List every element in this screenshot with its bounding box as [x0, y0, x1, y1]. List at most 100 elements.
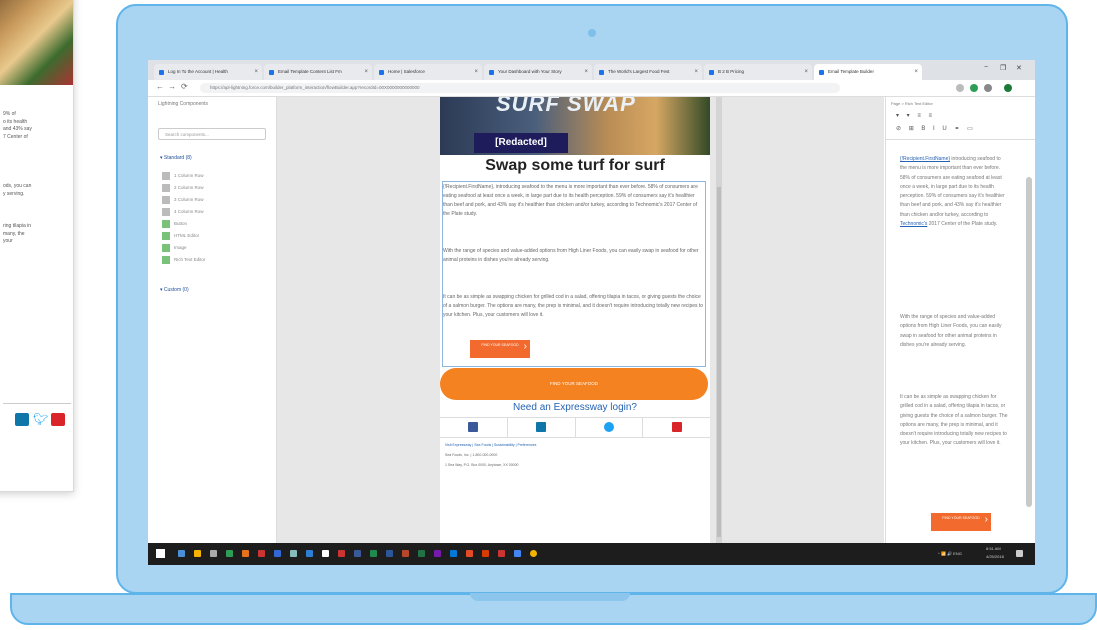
close-icon[interactable]: ×	[694, 64, 698, 80]
app-icon[interactable]	[434, 550, 441, 557]
twitter-icon[interactable]: 🐦︎	[33, 413, 48, 426]
notifications-icon[interactable]	[1016, 550, 1023, 557]
extension-icon[interactable]	[984, 84, 992, 92]
component-item[interactable]: 3 Column Row	[162, 196, 204, 204]
back-icon[interactable]: ←	[156, 82, 164, 91]
app-icon[interactable]	[498, 550, 505, 557]
browser-tab[interactable]: Home | Salesforce ×	[374, 64, 482, 80]
browser-tab[interactable]: Log In To the Account | Health ×	[154, 64, 262, 80]
panel-scrollbar[interactable]	[1026, 177, 1032, 507]
browser-tab-active[interactable]: Email Template Builder ×	[814, 64, 922, 80]
component-search-input[interactable]: Search components...	[158, 128, 266, 140]
minimize-button[interactable]: −	[984, 64, 988, 71]
find-seafood-button[interactable]: FIND YOUR SEAFOOD	[440, 368, 708, 400]
footer-links[interactable]: Visit Expressway | Sea Foods | Sustainab…	[445, 443, 536, 447]
tab-label: Home | Salesforce	[388, 69, 425, 74]
chrome-icon[interactable]	[194, 550, 201, 557]
url-input[interactable]: https://apl-lightning.force.com/builder_…	[200, 83, 840, 93]
login-link[interactable]: Need an Expressway login?	[440, 402, 710, 413]
reload-icon[interactable]: ⟳	[181, 82, 188, 91]
find-seafood-small-button[interactable]: FIND YOUR SEAFOOD ›	[470, 340, 530, 358]
clock-time[interactable]: 8:51 AM	[986, 546, 1001, 551]
app-icon[interactable]	[242, 550, 249, 557]
close-icon[interactable]: ×	[584, 64, 588, 80]
browser-tab[interactable]: Email Template Content List Fm ×	[264, 64, 372, 80]
app-icon[interactable]	[514, 550, 521, 557]
app-icon[interactable]	[290, 550, 297, 557]
extension-icon[interactable]	[970, 84, 978, 92]
tab-label: The World's Largest Food Fest	[608, 69, 670, 74]
formatting-toolbar[interactable]: ⊘ ⊞ B I U ⚭ ▭	[896, 125, 976, 132]
text-line: y serving.	[3, 190, 25, 197]
app-icon[interactable]	[386, 550, 393, 557]
close-icon[interactable]: ×	[364, 64, 368, 80]
maximize-button[interactable]: ❐	[1000, 64, 1006, 72]
canvas-scrollbar-thumb[interactable]	[717, 187, 721, 537]
component-item[interactable]: 1 Column Row	[162, 172, 204, 180]
text-line: o its health	[3, 118, 28, 125]
app-icon[interactable]	[306, 550, 313, 557]
app-icon[interactable]	[370, 550, 377, 557]
app-icon[interactable]	[226, 550, 233, 557]
windows-start-icon[interactable]	[156, 549, 165, 558]
rich-text-editor[interactable]: {!Recipient.FirstName} introducing seafo…	[900, 155, 1008, 229]
component-item[interactable]: Button	[162, 220, 187, 228]
email-headline[interactable]: Swap some turf for surf	[440, 157, 710, 175]
close-icon[interactable]: ×	[804, 64, 808, 80]
extension-icon[interactable]	[956, 84, 964, 92]
component-label: 1 Column Row	[174, 173, 204, 178]
component-item[interactable]: Rich Text Editor	[162, 256, 205, 264]
food-image	[0, 0, 73, 85]
merge-field-link[interactable]: {!Recipient.FirstName}	[900, 156, 950, 162]
profile-avatar[interactable]	[1004, 84, 1012, 92]
close-icon[interactable]: ×	[914, 64, 918, 80]
forward-icon[interactable]: →	[168, 82, 176, 91]
app-icon[interactable]	[258, 550, 265, 557]
youtube-icon[interactable]	[671, 422, 682, 432]
browser-tab[interactable]: B 2 B Pricing ×	[704, 64, 812, 80]
breadcrumb[interactable]: Page > Rich Text Editor	[891, 101, 933, 106]
hero-image[interactable]: SURF SWAP [Redacted]	[440, 97, 710, 155]
window-close-button[interactable]: ✕	[1016, 64, 1022, 72]
app-icon[interactable]	[354, 550, 361, 557]
rich-text-icon	[162, 256, 170, 264]
app-icon[interactable]	[482, 550, 489, 557]
component-item[interactable]: HTML Editor	[162, 232, 199, 240]
component-label: 2 Column Row	[174, 185, 204, 190]
app-icon[interactable]	[338, 550, 345, 557]
system-tray[interactable]: ^ 📶 🔊 ENG	[938, 551, 962, 556]
custom-section-header[interactable]: ▾ Custom (0)	[160, 287, 189, 293]
linkedin-icon[interactable]	[536, 422, 547, 432]
app-icon[interactable]	[530, 550, 537, 557]
section-label: Custom (0)	[163, 287, 189, 293]
standard-section-header[interactable]: ▾ Standard (8)	[160, 155, 192, 161]
app-icon[interactable]	[322, 550, 329, 557]
facebook-icon[interactable]	[468, 422, 479, 432]
app-icon[interactable]	[178, 550, 185, 557]
technomic-link[interactable]: Technomic's	[900, 221, 927, 227]
find-seafood-preview-button[interactable]: FIND YOUR SEAFOOD ›	[931, 513, 991, 531]
app-icon[interactable]	[210, 550, 217, 557]
close-icon[interactable]: ×	[254, 64, 258, 80]
browser-tab[interactable]: Your Dashboard with Your Story ×	[484, 64, 592, 80]
body-paragraph: It can be as simple as swapping chicken …	[443, 294, 704, 318]
app-icon[interactable]	[274, 550, 281, 557]
button-icon	[162, 220, 170, 228]
app-icon[interactable]	[402, 550, 409, 557]
text-line: 7 Center of	[3, 133, 28, 140]
close-icon[interactable]: ×	[474, 64, 478, 80]
youtube-icon[interactable]	[51, 413, 65, 426]
tab-label: B 2 B Pricing	[718, 69, 745, 74]
app-icon[interactable]	[466, 550, 473, 557]
linkedin-icon[interactable]	[15, 413, 29, 426]
social-cell	[440, 418, 508, 437]
app-icon[interactable]	[418, 550, 425, 557]
component-item[interactable]: 2 Column Row	[162, 184, 204, 192]
app-icon[interactable]	[450, 550, 457, 557]
twitter-icon[interactable]	[603, 422, 614, 432]
clock-date[interactable]: 4/25/2018	[986, 554, 1004, 559]
component-item[interactable]: Image	[162, 244, 187, 252]
component-item[interactable]: 4 Column Row	[162, 208, 204, 216]
browser-tab[interactable]: The World's Largest Food Fest ×	[594, 64, 702, 80]
formatting-toolbar[interactable]: ▾ ▾ ≡ ≡	[896, 112, 935, 119]
